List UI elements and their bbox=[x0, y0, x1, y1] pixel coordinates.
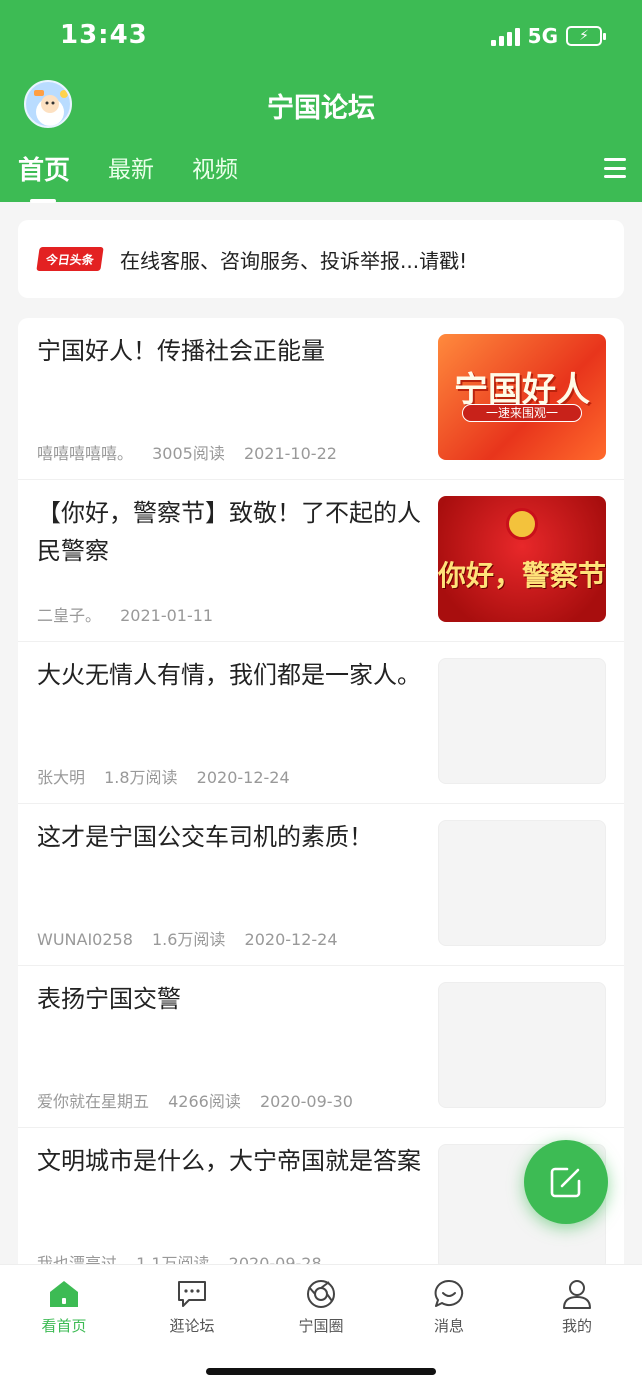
home-indicator bbox=[206, 1368, 436, 1375]
post-thumbnail-placeholder bbox=[438, 820, 606, 946]
post-reads: 1.1万阅读 bbox=[136, 1254, 210, 1264]
post-author: 嘻嘻嘻嘻嘻。 bbox=[37, 444, 134, 463]
post-meta: 嘻嘻嘻嘻嘻。 3005阅读 2021-10-22 bbox=[37, 440, 351, 464]
list-item[interactable]: 这才是宁国公交车司机的素质！ WUNAI0258 1.6万阅读 2020-12-… bbox=[18, 804, 624, 966]
post-author: 二皇子。 bbox=[37, 606, 102, 625]
status-indicators: 5G ⚡ bbox=[490, 24, 606, 48]
post-author: 张大明 bbox=[37, 768, 86, 787]
post-author: WUNAI0258 bbox=[37, 930, 133, 949]
post-date: 2020-12-24 bbox=[244, 930, 338, 949]
post-author: 我也漂亮过 bbox=[37, 1254, 118, 1264]
post-meta: 我也漂亮过 1.1万阅读 2020-09-28 bbox=[37, 1250, 336, 1264]
tabbar-label: 看首页 bbox=[41, 1317, 87, 1335]
tabbar-label: 我的 bbox=[561, 1317, 592, 1335]
tabbar-item-messages[interactable]: 消息 bbox=[399, 1279, 499, 1336]
tabbar-item-forum[interactable]: 逛论坛 bbox=[142, 1279, 242, 1336]
tab-latest[interactable]: 最新 bbox=[108, 150, 154, 203]
tabbar-item-profile[interactable]: 我的 bbox=[527, 1279, 627, 1336]
post-feed: 宁国好人！传播社会正能量 嘻嘻嘻嘻嘻。 3005阅读 2021-10-22 宁国… bbox=[18, 318, 624, 1264]
user-icon bbox=[563, 1280, 591, 1309]
notice-text: 在线客服、咨询服务、投诉举报...请戳! bbox=[120, 248, 468, 273]
circle-icon bbox=[307, 1280, 335, 1308]
chat-icon bbox=[178, 1281, 206, 1307]
notice-bar[interactable]: 今日头条 在线客服、咨询服务、投诉举报...请戳! bbox=[18, 220, 624, 298]
post-date: 2020-09-30 bbox=[259, 1092, 353, 1111]
post-date: 2021-10-22 bbox=[243, 444, 337, 463]
list-item[interactable]: 【你好，警察节】致敬！了不起的人民警察 二皇子。 2021-01-11 你好，警… bbox=[18, 480, 624, 642]
tabbar-label: 宁国圈 bbox=[298, 1317, 344, 1335]
tab-home[interactable]: 首页 bbox=[18, 150, 70, 203]
menu-icon[interactable] bbox=[604, 158, 626, 178]
network-type: 5G bbox=[527, 24, 558, 48]
signal-icon bbox=[490, 26, 520, 46]
tabbar-item-home[interactable]: 看首页 bbox=[14, 1279, 114, 1336]
app-title: 宁国论坛 bbox=[267, 93, 375, 124]
battery-icon: ⚡ bbox=[566, 26, 606, 46]
tabbar-label: 逛论坛 bbox=[169, 1317, 215, 1335]
thumbnail-caption: 你好，警察节 bbox=[438, 559, 606, 592]
post-meta: 二皇子。 2021-01-11 bbox=[37, 602, 227, 626]
post-thumbnail: 你好，警察节 bbox=[438, 496, 606, 622]
post-meta: 爱你就在星期五 4266阅读 2020-09-30 bbox=[37, 1088, 367, 1112]
post-reads: 1.6万阅读 bbox=[151, 930, 226, 949]
post-meta: 张大明 1.8万阅读 2020-12-24 bbox=[37, 764, 304, 788]
tab-video[interactable]: 视频 bbox=[192, 150, 238, 203]
app-header: 13:43 5G ⚡ 宁国论坛 首页 最新 视频 bbox=[0, 0, 642, 203]
home-icon bbox=[50, 1281, 78, 1307]
post-title: 表扬宁国交警 bbox=[37, 985, 181, 1013]
post-title: 大火无情人有情，我们都是一家人。 bbox=[37, 661, 421, 689]
post-meta: WUNAI0258 1.6万阅读 2020-12-24 bbox=[37, 926, 352, 950]
post-date: 2020-12-24 bbox=[196, 768, 290, 787]
post-thumbnail: 宁国好人 一速来围观一 bbox=[438, 334, 606, 460]
status-time: 13:43 bbox=[60, 20, 148, 50]
top-tabs: 首页 最新 视频 bbox=[18, 150, 238, 203]
post-author: 爱你就在星期五 bbox=[37, 1092, 150, 1111]
post-title: 文明城市是什么，大宁帝国就是答案 bbox=[37, 1147, 421, 1175]
post-date: 2020-09-28 bbox=[228, 1254, 322, 1264]
toutiao-logo: 今日头条 bbox=[36, 247, 104, 271]
edit-icon bbox=[550, 1167, 581, 1198]
post-title: 这才是宁国公交车司机的素质！ bbox=[37, 823, 373, 851]
post-title: 宁国好人！传播社会正能量 bbox=[37, 337, 325, 365]
post-title: 【你好，警察节】致敬！了不起的人民警察 bbox=[37, 499, 421, 565]
message-icon bbox=[434, 1279, 464, 1307]
post-reads: 4266阅读 bbox=[168, 1092, 241, 1111]
list-item[interactable]: 宁国好人！传播社会正能量 嘻嘻嘻嘻嘻。 3005阅读 2021-10-22 宁国… bbox=[18, 318, 624, 480]
tabbar-label: 消息 bbox=[433, 1317, 464, 1335]
list-item[interactable]: 表扬宁国交警 爱你就在星期五 4266阅读 2020-09-30 bbox=[18, 966, 624, 1128]
post-reads: 3005阅读 bbox=[152, 444, 225, 463]
tabbar-item-circle[interactable]: 宁国圈 bbox=[271, 1279, 371, 1336]
thumbnail-subcaption: 一速来围观一 bbox=[462, 404, 582, 422]
post-reads: 1.8万阅读 bbox=[104, 768, 178, 787]
compose-button[interactable] bbox=[524, 1140, 608, 1224]
post-date: 2021-01-11 bbox=[120, 606, 214, 625]
post-thumbnail-placeholder bbox=[438, 982, 606, 1108]
post-thumbnail-placeholder bbox=[438, 658, 606, 784]
list-item[interactable]: 大火无情人有情，我们都是一家人。 张大明 1.8万阅读 2020-12-24 bbox=[18, 642, 624, 804]
police-emblem-icon bbox=[506, 508, 538, 540]
